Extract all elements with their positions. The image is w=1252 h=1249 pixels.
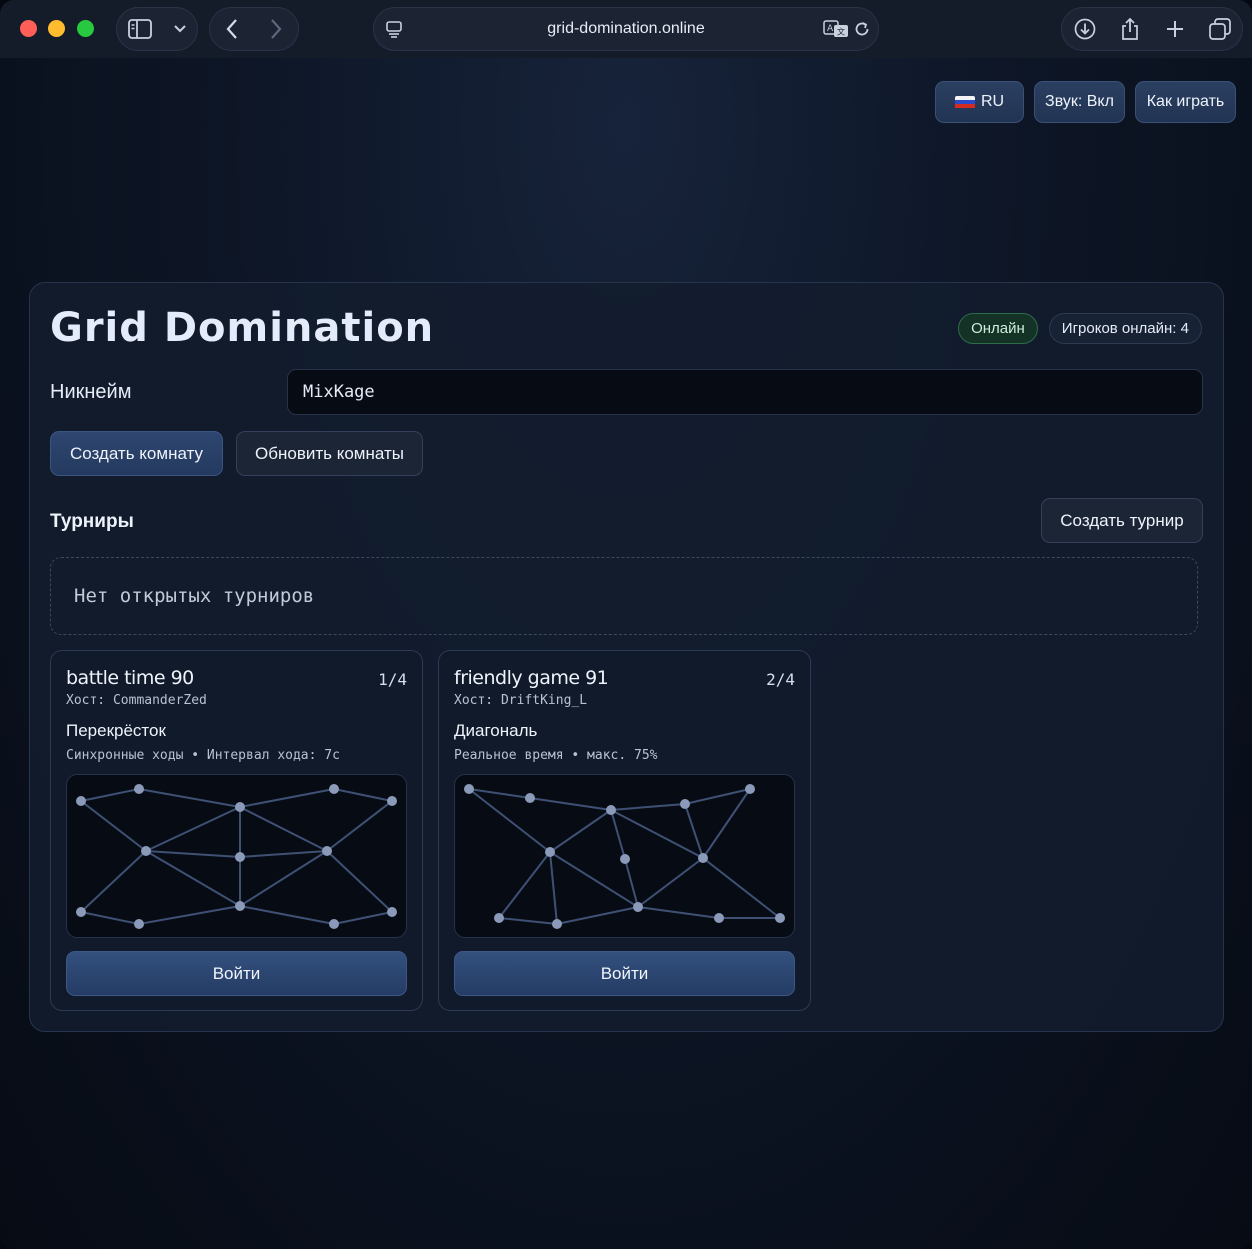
map-preview [454, 774, 795, 938]
svg-text:A: A [827, 24, 834, 34]
tournaments-heading: Турниры [50, 511, 134, 532]
reload-icon[interactable] [844, 11, 880, 47]
url-text: grid-domination.online [547, 20, 705, 37]
room-mode: Синхронные ходы • Интервал хода: 7с [66, 748, 340, 763]
lobby-panel: Grid Domination Онлайн Игроков онлайн: 4… [29, 282, 1224, 1032]
map-graph-icon [76, 784, 397, 929]
room-map-name: Диагональ [454, 721, 538, 740]
header-controls: RU Звук: Вкл Как играть [935, 81, 1236, 123]
join-room-button[interactable]: Войти [66, 951, 407, 996]
sound-label: Звук: Вкл [1045, 93, 1114, 110]
russia-flag-icon [954, 95, 975, 109]
room-map-name: Перекрёсток [66, 721, 166, 740]
language-button[interactable]: RU [935, 81, 1024, 123]
join-room-button[interactable]: Войти [454, 951, 795, 996]
share-icon[interactable] [1112, 11, 1148, 47]
room-card: battle time 90 1/4 Хост: CommanderZed Пе… [50, 650, 423, 1011]
refresh-rooms-button[interactable]: Обновить комнаты [236, 431, 423, 476]
map-graph-icon [464, 784, 785, 929]
tab-overview-icon[interactable] [1202, 11, 1238, 47]
map-preview [66, 774, 407, 938]
address-bar[interactable]: grid-domination.online A文 [373, 7, 879, 51]
language-label: RU [980, 93, 1005, 110]
nickname-input[interactable]: MixKage [287, 369, 1203, 415]
browser-window: grid-domination.online A文 RU Звук: Вкл К… [0, 0, 1252, 1249]
minimize-window-button[interactable] [48, 20, 65, 37]
forward-arrow-icon[interactable] [258, 11, 294, 47]
room-player-count: 2/4 [766, 670, 795, 689]
room-card: friendly game 91 2/4 Хост: DriftKing_L Д… [438, 650, 811, 1011]
history-nav [209, 7, 299, 51]
no-tournaments-text: Нет открытых турниров [74, 585, 315, 607]
create-room-button[interactable]: Создать комнату [50, 431, 223, 476]
sidebar-control [116, 7, 198, 51]
sidebar-toggle-icon[interactable] [122, 11, 158, 47]
room-host: Хост: CommanderZed [66, 693, 207, 708]
back-arrow-icon[interactable] [214, 11, 250, 47]
nickname-label: Никнейм [50, 381, 132, 403]
room-host: Хост: DriftKing_L [454, 693, 588, 708]
status-row: Онлайн Игроков онлайн: 4 [958, 313, 1202, 344]
room-player-count: 1/4 [378, 670, 407, 689]
how-to-play-label: Как играть [1146, 93, 1225, 110]
page-title: Grid Domination [50, 305, 435, 351]
close-window-button[interactable] [20, 20, 37, 37]
room-mode: Реальное время • макс. 75% [454, 748, 658, 763]
browser-toolbar: grid-domination.online A文 [0, 0, 1252, 58]
create-tournament-button[interactable]: Создать турнир [1041, 498, 1203, 543]
maximize-window-button[interactable] [77, 20, 94, 37]
browser-actions [1061, 7, 1243, 51]
online-status-badge: Онлайн [958, 313, 1038, 344]
download-icon[interactable] [1067, 11, 1103, 47]
players-online-badge: Игроков онлайн: 4 [1048, 313, 1202, 344]
chevron-down-icon[interactable] [168, 11, 192, 47]
how-to-play-button[interactable]: Как играть [1135, 81, 1236, 123]
sound-toggle-button[interactable]: Звук: Вкл [1034, 81, 1125, 123]
new-tab-icon[interactable] [1157, 11, 1193, 47]
room-name: friendly game 91 [454, 667, 609, 689]
tournaments-empty-state: Нет открытых турниров [50, 557, 1198, 635]
room-name: battle time 90 [66, 667, 194, 689]
